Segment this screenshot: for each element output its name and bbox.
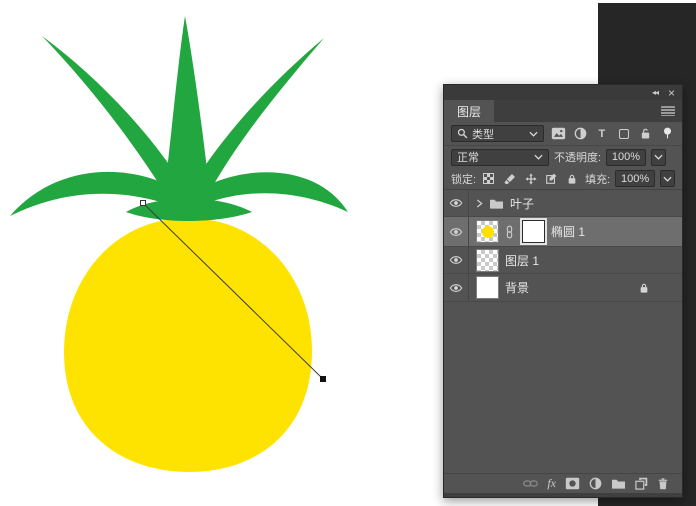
blend-mode-value: 正常 — [457, 149, 479, 165]
new-layer-icon[interactable] — [635, 477, 648, 490]
group-folder-icon — [489, 197, 504, 210]
layers-panel: ◂◂ × 图层 类型 T — [443, 84, 683, 498]
layer-thumbnail[interactable] — [476, 276, 499, 299]
new-group-icon[interactable] — [611, 477, 626, 490]
link-layers-icon[interactable] — [523, 479, 538, 488]
lock-row: 锁定: 填充: 100% — [444, 168, 682, 190]
fill-label: 填充: — [585, 171, 610, 187]
pixel-filter-icon[interactable] — [551, 125, 566, 142]
search-icon — [457, 128, 468, 139]
visibility-eye-icon[interactable] — [444, 217, 469, 246]
lock-position-icon[interactable] — [523, 171, 539, 187]
annotation-end-handle[interactable] — [321, 377, 326, 382]
layer-name[interactable]: 叶子 — [510, 195, 534, 212]
background-lock-icon — [639, 282, 649, 294]
layer-row-ellipse[interactable]: 椭圆 1 — [444, 217, 682, 247]
layer-name[interactable]: 图层 1 — [505, 252, 539, 269]
chevron-down-icon — [529, 131, 538, 137]
lock-all-icon[interactable] — [564, 171, 580, 187]
lock-label: 锁定: — [451, 171, 476, 187]
smart-object-filter-icon[interactable] — [638, 125, 653, 142]
blend-mode-row: 正常 不透明度: 100% — [444, 146, 682, 168]
filter-type-select[interactable]: 类型 — [451, 125, 544, 142]
annotation-start-handle[interactable] — [141, 201, 146, 206]
close-panel-icon[interactable]: × — [668, 87, 675, 99]
layers-empty-area — [444, 302, 682, 473]
panel-tab-bar: 图层 — [444, 100, 682, 122]
photoshop-workspace: ◂◂ × 图层 类型 T — [0, 0, 696, 506]
pineapple-leaf-center — [162, 16, 212, 214]
panel-menu-icon[interactable] — [661, 106, 675, 116]
visibility-eye-icon[interactable] — [444, 190, 469, 216]
fill-dropdown-icon[interactable] — [660, 170, 675, 187]
panel-resize-strip[interactable] — [444, 493, 682, 497]
layer-thumbnail[interactable] — [476, 220, 499, 243]
lock-artboard-icon[interactable] — [544, 171, 560, 187]
adjustment-filter-icon[interactable] — [573, 125, 588, 142]
panel-titlebar: ◂◂ × — [444, 85, 682, 100]
layer-row-pixel[interactable]: 图层 1 — [444, 247, 682, 274]
tab-layers[interactable]: 图层 — [444, 100, 494, 122]
layer-row-group[interactable]: 叶子 — [444, 190, 682, 217]
mask-link-icon[interactable] — [506, 225, 514, 238]
layers-list: 叶子 椭圆 1 — [444, 190, 682, 473]
chevron-down-icon — [534, 154, 543, 160]
layer-name[interactable]: 椭圆 1 — [551, 223, 585, 240]
pineapple-body — [64, 218, 312, 472]
opacity-label: 不透明度: — [554, 149, 601, 165]
blend-mode-select[interactable]: 正常 — [451, 149, 549, 166]
group-expand-chevron-icon[interactable] — [476, 199, 483, 208]
layer-thumbnail[interactable] — [476, 249, 499, 272]
panel-bottom-bar: fx — [444, 473, 682, 493]
lock-transparent-icon[interactable] — [481, 171, 497, 187]
layer-mask-thumbnail[interactable] — [522, 220, 545, 243]
layer-filter-row: 类型 T — [444, 122, 682, 146]
add-mask-icon[interactable] — [565, 477, 580, 490]
adjustment-layer-icon[interactable] — [589, 477, 602, 490]
collapse-panel-icon[interactable]: ◂◂ — [652, 89, 658, 97]
layer-style-icon[interactable]: fx — [547, 476, 556, 491]
opacity-dropdown-icon[interactable] — [651, 149, 666, 166]
visibility-eye-icon[interactable] — [444, 274, 469, 301]
fill-value-field[interactable]: 100% — [615, 170, 655, 187]
delete-layer-icon[interactable] — [657, 477, 669, 490]
filter-toggle-pin-icon[interactable] — [660, 125, 675, 142]
filter-type-label: 类型 — [472, 126, 494, 142]
layer-name[interactable]: 背景 — [505, 279, 529, 296]
type-filter-icon[interactable]: T — [594, 125, 609, 142]
visibility-eye-icon[interactable] — [444, 247, 469, 273]
opacity-value-field[interactable]: 100% — [606, 149, 646, 166]
shape-filter-icon[interactable] — [616, 125, 631, 142]
layer-row-background[interactable]: 背景 — [444, 274, 682, 302]
lock-pixels-icon[interactable] — [502, 171, 518, 187]
